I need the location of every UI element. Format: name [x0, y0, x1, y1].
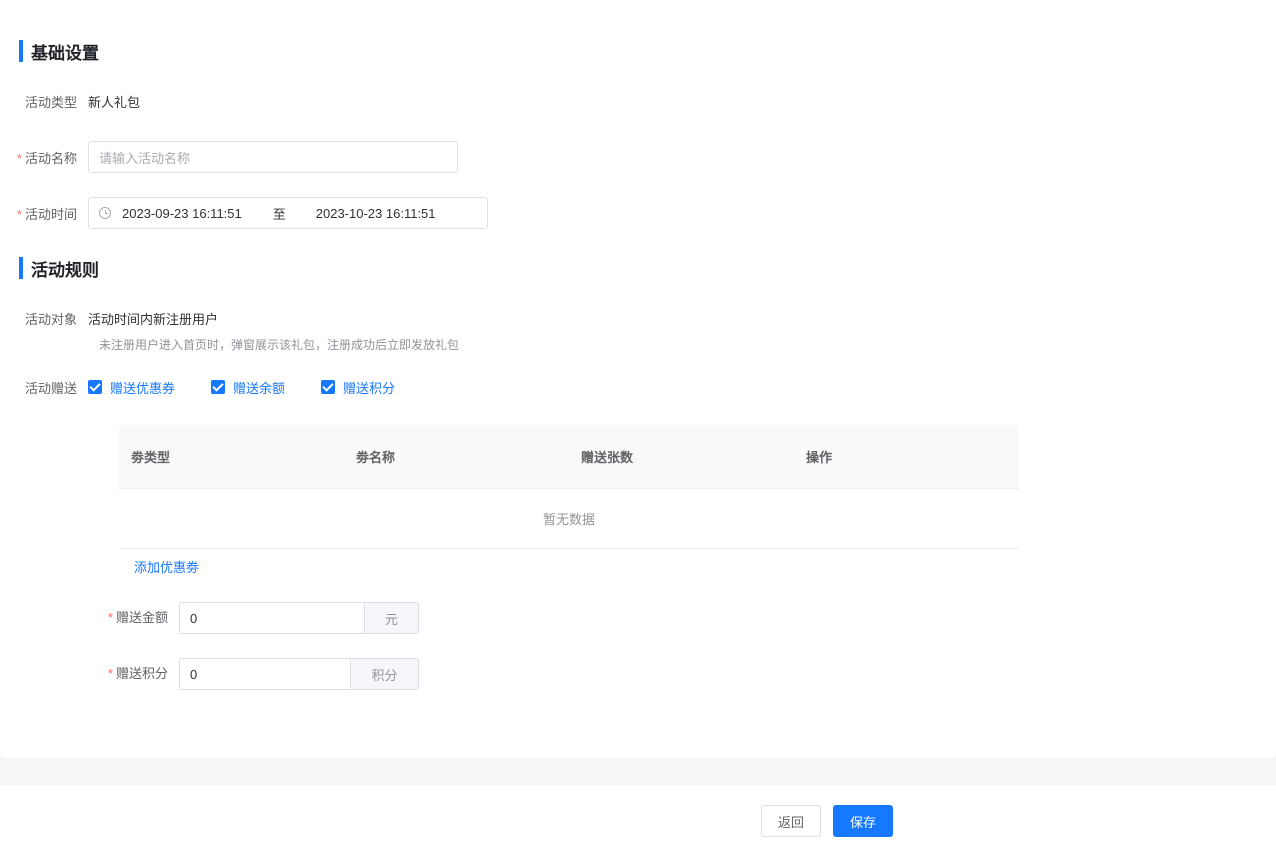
gift-points-input[interactable]: 0 [180, 659, 350, 689]
row-activity-time: * 活动时间 2023-09-23 16:11:51 至 2023-10-23 1… [0, 197, 488, 229]
section-title-text: 基础设置 [31, 43, 99, 63]
checkbox-gift-balance[interactable]: 赠送余额 [211, 378, 285, 397]
column-header-coupon-type: 劵类型 [131, 450, 171, 465]
activity-target-value: 活动时间内新注册用户 [88, 311, 219, 327]
checkbox-label[interactable]: 赠送优惠券 [110, 378, 175, 397]
back-button[interactable]: 返回 [761, 805, 821, 837]
gift-amount-input[interactable]: 0 [180, 603, 364, 633]
table-header: 劵类型 劵名称 赠送张数 操作 [119, 425, 1019, 489]
gift-points-unit: 积分 [350, 659, 418, 689]
row-activity-target: 活动对象 活动时间内新注册用户 [0, 308, 218, 328]
activity-type-label: 活动类型 [24, 94, 77, 110]
save-button[interactable]: 保存 [833, 805, 893, 837]
gift-points-input-group: 0 积分 [179, 658, 419, 690]
activity-name-placeholder: 请输入活动名称 [99, 150, 191, 166]
section-title-rules: 活动规则 [19, 257, 99, 280]
gift-amount-label: * 赠送金额 [0, 602, 168, 634]
activity-time-range-picker[interactable]: 2023-09-23 16:11:51 至 2023-10-23 16:11:5… [88, 197, 488, 229]
checkbox-checked-icon[interactable] [321, 380, 336, 394]
checkbox-gift-coupon[interactable]: 赠送优惠券 [88, 378, 175, 397]
checkbox-checked-icon[interactable] [211, 380, 226, 394]
activity-name-input[interactable]: 请输入活动名称 [88, 141, 458, 173]
column-header-quantity: 赠送张数 [581, 450, 634, 465]
table-empty-state: 暂无数据 [119, 489, 1019, 549]
checkbox-label[interactable]: 赠送余额 [233, 378, 285, 397]
checkbox-label[interactable]: 赠送积分 [343, 378, 395, 397]
coupon-table: 劵类型 劵名称 赠送张数 操作 暂无数据 [119, 425, 1019, 549]
required-mark: * [107, 666, 113, 681]
activity-time-label: * 活动时间 [0, 204, 88, 223]
row-activity-name: * 活动名称 请输入活动名称 [0, 141, 458, 173]
checkbox-checked-icon[interactable] [88, 380, 102, 394]
gift-amount-label-text: 赠送金额 [115, 610, 168, 625]
activity-name-label: * 活动名称 [0, 148, 88, 167]
form-card: 基础设置 活动类型 新人礼包 * 活动名称 请输入活动名称 * 活动时间 2023-… [0, 0, 1276, 758]
required-mark: * [16, 206, 22, 222]
gift-amount-unit: 元 [364, 603, 418, 633]
checkbox-gift-points[interactable]: 赠送积分 [321, 378, 395, 397]
activity-type-value: 新人礼包 [88, 94, 141, 110]
row-activity-gift: 活动赠送 赠送优惠券 赠送余额 赠送积分 [0, 377, 431, 397]
gift-amount-input-group: 0 元 [179, 602, 419, 634]
section-title-basic: 基础设置 [19, 40, 99, 63]
gift-points-label-text: 赠送积分 [115, 666, 168, 681]
section-title-text: 活动规则 [31, 260, 99, 280]
required-mark: * [107, 610, 113, 625]
activity-name-label-text: 活动名称 [24, 150, 77, 166]
column-header-coupon-name: 劵名称 [356, 450, 396, 465]
footer-bar: 返回 保存 [0, 785, 1276, 841]
clock-icon [99, 207, 111, 219]
activity-target-hint: 未注册用户进入首页时，弹窗展示该礼包，注册成功后立即发放礼包 [99, 338, 460, 352]
row-activity-type: 活动类型 新人礼包 [0, 90, 140, 112]
gift-points-label: * 赠送积分 [0, 658, 168, 690]
required-mark: * [16, 150, 22, 166]
activity-target-label: 活动对象 [24, 311, 77, 327]
column-header-actions: 操作 [806, 450, 833, 465]
section-accent-bar [19, 40, 23, 62]
time-start-value[interactable]: 2023-09-23 16:11:51 [122, 206, 242, 221]
activity-time-label-text: 活动时间 [24, 206, 77, 222]
section-accent-bar [19, 257, 23, 279]
activity-gift-label: 活动赠送 [24, 380, 77, 396]
add-coupon-link[interactable]: 添加优惠劵 [134, 557, 199, 576]
time-end-value[interactable]: 2023-10-23 16:11:51 [316, 206, 436, 221]
time-range-separator: 至 [272, 206, 286, 222]
